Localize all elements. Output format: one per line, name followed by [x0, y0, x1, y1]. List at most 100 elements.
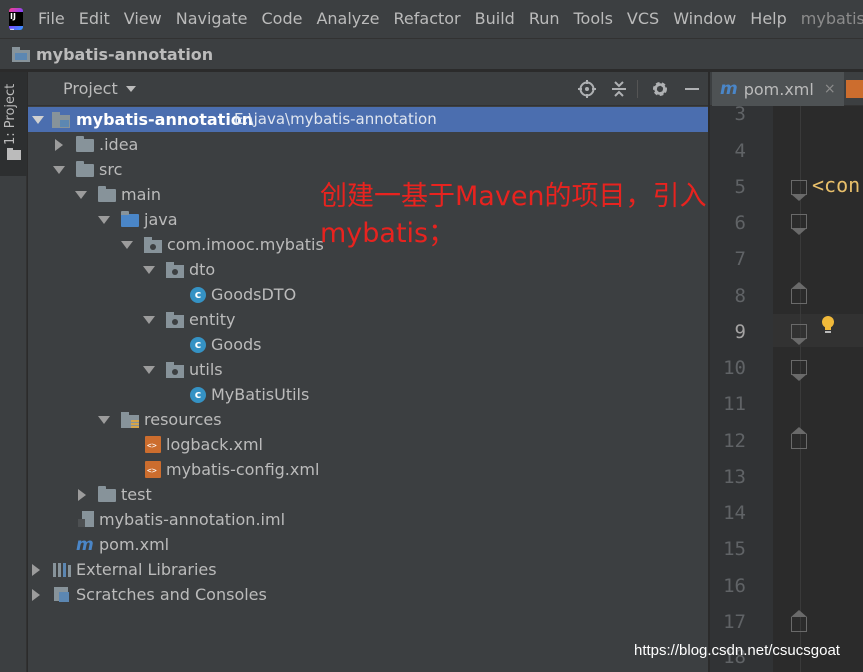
source-folder-icon: [121, 211, 139, 227]
tree-row-test[interactable]: test: [28, 482, 708, 507]
fold-marker-icon[interactable]: [791, 214, 807, 235]
close-icon[interactable]: ×: [824, 81, 836, 97]
expand-arrow-icon[interactable]: [78, 489, 86, 501]
fold-marker-icon[interactable]: [791, 610, 807, 632]
tree-row-utils[interactable]: utils: [28, 357, 708, 382]
header-divider: [637, 80, 638, 98]
tab-pom-xml[interactable]: m pom.xml ×: [712, 72, 844, 106]
chevron-down-icon[interactable]: [126, 86, 136, 92]
tree-label: test: [121, 485, 152, 504]
expand-arrow-icon[interactable]: [143, 366, 155, 374]
tree-label: Scratches and Consoles: [76, 585, 267, 604]
collapse-all-icon[interactable]: [609, 79, 629, 99]
xml-file-icon: [145, 436, 161, 453]
tree-row-pom[interactable]: m pom.xml: [28, 532, 708, 557]
line-number: 3: [734, 103, 746, 125]
current-line-highlight: [773, 314, 863, 347]
line-number: 4: [734, 140, 746, 162]
code-xml-tag[interactable]: <con: [812, 173, 860, 197]
expand-arrow-icon[interactable]: [32, 564, 40, 576]
fold-marker-icon[interactable]: [791, 180, 807, 201]
menu-refactor[interactable]: Refactor: [387, 0, 468, 38]
fold-marker-icon[interactable]: [791, 427, 807, 449]
expand-arrow-icon[interactable]: [53, 166, 65, 174]
expand-arrow-icon[interactable]: [121, 241, 133, 249]
maven-icon: m: [76, 535, 94, 555]
tree-label: mybatis-annotation.iml: [99, 510, 286, 529]
menu-tools[interactable]: Tools: [567, 0, 620, 38]
tree-row-mybatis-config[interactable]: mybatis-config.xml: [28, 457, 708, 482]
expand-arrow-icon[interactable]: [143, 316, 155, 324]
xml-file-icon[interactable]: [846, 80, 863, 98]
package-icon: [166, 362, 184, 378]
expand-arrow-icon[interactable]: [143, 266, 155, 274]
expand-arrow-icon[interactable]: [32, 589, 40, 601]
module-folder-icon: [52, 112, 70, 128]
menu-edit[interactable]: Edit: [72, 0, 117, 38]
tree-row-logback[interactable]: logback.xml: [28, 432, 708, 457]
tree-label: mybatis-annotation: [76, 110, 254, 129]
expand-arrow-icon[interactable]: [32, 116, 44, 124]
package-icon: [166, 262, 184, 278]
java-class-icon: c: [190, 337, 206, 353]
tree-label: logback.xml: [166, 435, 263, 454]
annotation-text: 创建一基于Maven的项目，引入mybatis；: [320, 181, 707, 249]
expand-arrow-icon[interactable]: [55, 139, 63, 151]
line-number: 17: [723, 611, 746, 633]
tree-row-entity[interactable]: entity: [28, 307, 708, 332]
breadcrumb-project[interactable]: mybatis-annotation: [36, 45, 213, 64]
tree-row-mybatisutils[interactable]: c MyBatisUtils: [28, 382, 708, 407]
gear-icon[interactable]: [650, 79, 670, 99]
tree-label: MyBatisUtils: [211, 385, 310, 404]
ide-window: IJ _ File Edit View Navigate Code Analyze…: [0, 0, 863, 672]
tree-label: com.imooc.mybatis: [167, 235, 324, 254]
line-number: 11: [723, 393, 746, 415]
menu-navigate[interactable]: Navigate: [169, 0, 255, 38]
lightbulb-icon[interactable]: [820, 315, 836, 335]
menu-run[interactable]: Run: [522, 0, 567, 38]
menu-code[interactable]: Code: [255, 0, 310, 38]
project-tool-label[interactable]: 1: Project: [3, 82, 23, 146]
folder-icon: [7, 148, 21, 160]
menu-analyze[interactable]: Analyze: [309, 0, 386, 38]
tree-row-goodsdto[interactable]: c GoodsDTO: [28, 282, 708, 307]
line-number: 7: [734, 248, 746, 270]
expand-arrow-icon[interactable]: [98, 416, 110, 424]
tree-row-dto[interactable]: dto: [28, 257, 708, 282]
tree-row-idea[interactable]: .idea: [28, 132, 708, 157]
menu-file[interactable]: File: [31, 0, 72, 38]
menu-window[interactable]: Window: [666, 0, 743, 38]
java-class-icon: c: [190, 287, 206, 303]
project-view-selector[interactable]: Project: [63, 72, 118, 106]
package-icon: [166, 312, 184, 328]
tree-label: src: [99, 160, 123, 179]
module-file-icon: [78, 511, 94, 527]
tree-row-scratches[interactable]: Scratches and Consoles: [28, 582, 708, 607]
fold-marker-icon[interactable]: [791, 360, 807, 381]
menu-build[interactable]: Build: [468, 0, 522, 38]
fold-marker-icon[interactable]: [791, 282, 807, 304]
expand-arrow-icon[interactable]: [75, 191, 87, 199]
menu-help[interactable]: Help: [743, 0, 793, 38]
tree-row-project-root[interactable]: mybatis-annotation E:\java\mybatis-annot…: [28, 107, 708, 132]
tree-row-resources[interactable]: resources: [28, 407, 708, 432]
line-number-current: 9: [734, 321, 746, 343]
tree-row-external-libraries[interactable]: External Libraries: [28, 557, 708, 582]
menu-vcs[interactable]: VCS: [620, 0, 666, 38]
tree-label: External Libraries: [76, 560, 217, 579]
fold-marker-icon[interactable]: [791, 324, 807, 345]
tree-row-goods[interactable]: c Goods: [28, 332, 708, 357]
tree-label: main: [121, 185, 161, 204]
locate-icon[interactable]: [577, 79, 597, 99]
tree-label: .idea: [99, 135, 139, 154]
menu-view[interactable]: View: [117, 0, 169, 38]
expand-arrow-icon[interactable]: [98, 216, 110, 224]
line-number: 10: [723, 357, 746, 379]
xml-file-icon: [145, 461, 161, 478]
folder-icon: [76, 136, 94, 152]
maven-icon: m: [720, 79, 738, 99]
tree-row-iml[interactable]: mybatis-annotation.iml: [28, 507, 708, 532]
minimize-icon[interactable]: [682, 79, 702, 99]
project-folder-icon: [12, 46, 30, 62]
line-number: 15: [723, 538, 746, 560]
